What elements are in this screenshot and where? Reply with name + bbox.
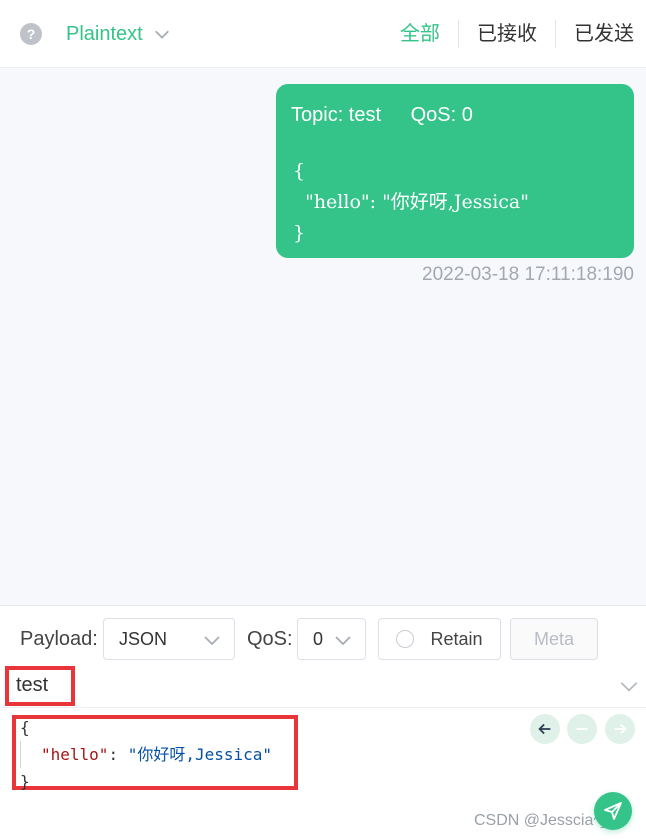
chevron-down-icon [154,30,169,39]
code-separator: : [108,745,128,764]
history-clear-button[interactable] [567,714,597,744]
chevron-down-icon[interactable] [618,675,640,697]
payload-type-value: JSON [119,628,168,649]
sent-message-bubble[interactable]: Topic: test QoS: 0 { "hello": "你好呀,Jessi… [276,84,634,258]
meta-button[interactable]: Meta [510,618,598,660]
minus-icon [576,728,588,730]
message-payload: { "hello": "你好呀,Jessica" } [293,160,529,244]
message-list[interactable]: Topic: test QoS: 0 { "hello": "你好呀,Jessi… [0,68,646,605]
retain-label: Retain [430,628,483,649]
topic-input-row[interactable]: test [0,666,646,708]
message-qos: QoS: 0 [410,104,473,126]
header-bar: ? Plaintext 全部 已接收 已发送 [0,0,646,68]
code-open-brace: { [20,718,30,737]
message-topic: Topic: test [291,104,382,126]
message-meta: Topic: test QoS: 0 [291,104,473,127]
format-label: Plaintext [66,22,143,45]
message-timestamp: 2022-03-18 17:11:18:190 [422,264,634,285]
tab-all[interactable]: 全部 [382,20,458,48]
help-icon[interactable]: ? [20,23,42,45]
arrow-left-icon [538,723,551,735]
payload-type-select[interactable]: JSON [103,618,235,660]
history-back-button[interactable] [530,714,560,744]
radio-circle-icon [396,630,415,648]
message-filter-tabs: 全部 已接收 已发送 [382,20,634,48]
qos-value: 0 [313,628,324,649]
payload-label: Payload: [20,628,98,650]
qos-select[interactable]: 0 [297,618,366,660]
code-key: "hello" [41,745,109,764]
send-icon [604,802,622,820]
chevron-down-icon [204,636,220,646]
publish-options: Payload: JSON QoS: 0 Retain Meta [0,618,646,660]
indent-guide [20,741,21,768]
code-value: "你好呀,Jessica" [127,745,273,764]
tab-sent[interactable]: 已发送 [555,20,634,48]
arrow-right-icon [614,723,627,735]
send-button[interactable] [594,792,632,830]
tab-received[interactable]: 已接收 [458,20,555,48]
code-close-brace: } [20,772,30,791]
retain-toggle[interactable]: Retain [378,618,501,660]
payload-format-dropdown[interactable]: Plaintext [66,20,171,48]
qos-label: QoS: [247,628,293,650]
payload-editor[interactable]: { "hello": "你好呀,Jessica" } [20,714,272,795]
publish-panel: Payload: JSON QoS: 0 Retain Meta test { … [0,605,646,840]
meta-label: Meta [533,628,575,649]
history-forward-button[interactable] [605,714,635,744]
chevron-down-icon [335,636,351,646]
topic-input[interactable]: test [16,674,48,697]
